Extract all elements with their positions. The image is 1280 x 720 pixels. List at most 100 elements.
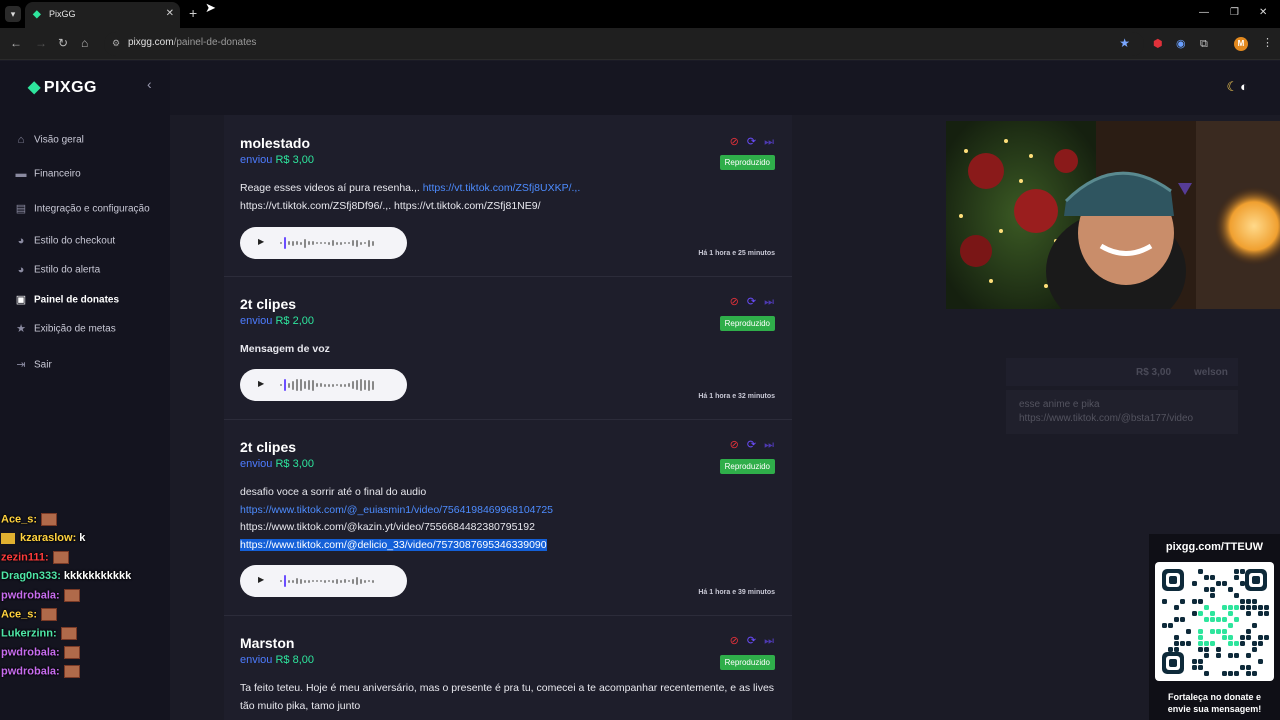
waveform[interactable] <box>280 377 396 393</box>
qr-module <box>1246 653 1251 658</box>
logo-mark-icon: ◆ <box>28 79 41 96</box>
waveform-bar <box>364 380 366 390</box>
chat-username: pwdrobala: <box>1 665 60 678</box>
donor-name: molestado <box>240 135 311 151</box>
qr-module <box>1252 599 1257 604</box>
app-topbar: ☾ ◐ <box>170 61 1280 115</box>
sidebar-item-financeiro[interactable]: ▬ Financeiro <box>14 167 81 185</box>
qr-module <box>1228 623 1233 628</box>
message-link[interactable]: https://www.tiktok.com/@_euiasmin1/video… <box>240 504 553 516</box>
qr-module <box>1198 635 1203 640</box>
pixgg-logo[interactable]: ◆ PIXGG <box>28 77 97 97</box>
replay-icon[interactable]: ⟳ <box>747 635 756 647</box>
site-info-icon[interactable]: ⚙ <box>112 38 120 49</box>
waveform-bar <box>344 579 346 583</box>
qr-module <box>1192 611 1197 616</box>
timestamp: Há 1 hora e 39 minutos <box>698 589 775 596</box>
waveform[interactable] <box>280 235 396 251</box>
audio-player[interactable]: ▶ <box>240 369 407 401</box>
block-icon[interactable]: ⊘ <box>730 136 739 148</box>
message-link-selected[interactable]: https://www.tiktok.com/@delicio_33/video… <box>240 538 547 551</box>
donor-name: Marston <box>240 635 295 651</box>
forward-icon[interactable]: → <box>35 37 47 49</box>
qr-module <box>1252 671 1257 676</box>
qr-module <box>1234 617 1239 622</box>
block-icon[interactable]: ⊘ <box>730 635 739 647</box>
qr-module <box>1264 605 1269 610</box>
extensions-puzzle-icon[interactable]: ⧉ <box>1200 38 1208 50</box>
menu-kebab-icon[interactable]: ⋮ <box>1262 37 1273 49</box>
waveform-bar <box>368 239 370 247</box>
qr-module <box>1204 653 1209 658</box>
sidebar: ◆ PIXGG ‹ <box>0 61 170 720</box>
home-icon[interactable]: ⌂ <box>81 37 88 49</box>
sidebar-item-visao-geral[interactable]: ⌂ Visão geral <box>14 133 84 151</box>
waveform-bar <box>312 379 314 391</box>
chat-message: zezin111: <box>1 551 69 564</box>
sidebar-item-label: Estilo do alerta <box>34 264 101 276</box>
browser-tab[interactable]: ◆ PixGG ✕ <box>25 2 180 28</box>
play-icon[interactable]: ▶ <box>258 575 264 584</box>
qr-code-image <box>1162 569 1269 676</box>
waveform[interactable] <box>280 573 396 589</box>
message-link[interactable]: https://vt.tiktok.com/ZSfj8UXKP/.,. <box>423 182 581 194</box>
extension-wave-icon[interactable]: ◉ <box>1176 38 1186 50</box>
waveform-bar <box>336 578 338 584</box>
waveform-bar <box>324 242 326 244</box>
minimize-icon[interactable]: — <box>1199 7 1209 18</box>
profile-avatar[interactable]: M <box>1234 37 1248 51</box>
back-icon[interactable]: ← <box>10 37 22 49</box>
faded-donation-message: esse anime e pika https://www.tiktok.com… <box>1006 390 1238 434</box>
qr-module <box>1168 623 1173 628</box>
replay-icon[interactable]: ⟳ <box>747 439 756 451</box>
tab-title: PixGG <box>49 9 76 19</box>
replay-icon[interactable]: ⟳ <box>747 136 756 148</box>
url-text: pixgg.com/painel-de-donates <box>128 37 257 48</box>
audio-player[interactable]: ▶ <box>240 227 407 259</box>
crown-badge-icon <box>1 532 15 544</box>
sidebar-item-estilo-alerta[interactable]: ◕ Estilo do alerta <box>14 263 100 281</box>
qr-module <box>1240 569 1245 574</box>
block-icon[interactable]: ⊘ <box>730 439 739 451</box>
sidebar-item-label: Sair <box>34 359 52 371</box>
collapse-sidebar-icon[interactable]: ‹ <box>147 76 152 92</box>
qr-module <box>1174 641 1179 646</box>
qr-module <box>1192 581 1197 586</box>
skip-icon[interactable]: ⏭ <box>764 439 774 451</box>
qr-module <box>1216 629 1221 634</box>
tab-close-icon[interactable]: ✕ <box>166 8 174 19</box>
waveform-bar <box>308 579 310 583</box>
waveform-bar <box>308 380 310 390</box>
skip-icon[interactable]: ⏭ <box>764 296 774 308</box>
audio-player[interactable]: ▶ <box>240 565 407 597</box>
sidebar-item-sair[interactable]: ⇥ Sair <box>14 358 52 376</box>
play-icon[interactable]: ▶ <box>258 237 264 246</box>
qr-module <box>1246 665 1251 670</box>
qr-module <box>1234 671 1239 676</box>
tab-search-icon[interactable]: ▾ <box>5 6 21 22</box>
sidebar-item-integracao[interactable]: ▤ Integração e configuração <box>14 202 150 220</box>
new-tab-icon[interactable]: + <box>189 6 197 20</box>
skip-icon[interactable]: ⏭ <box>764 635 774 647</box>
waveform-bar <box>348 242 350 244</box>
chat-message: pwdrobala: <box>1 646 80 659</box>
play-icon[interactable]: ▶ <box>258 379 264 388</box>
reload-icon[interactable]: ↻ <box>58 37 68 49</box>
restore-icon[interactable]: ❐ <box>1230 7 1239 18</box>
sidebar-item-estilo-checkout[interactable]: ◕ Estilo do checkout <box>14 234 116 252</box>
theme-toggle[interactable]: ☾ ◐ <box>1226 79 1248 95</box>
donation-card: molestado enviou R$ 3,00 ⊘ ⟳ ⏭ Reproduzido… <box>224 115 792 277</box>
close-window-icon[interactable]: ✕ <box>1259 7 1267 18</box>
qr-module <box>1204 671 1209 676</box>
donation-feed[interactable]: molestado enviou R$ 3,00 ⊘ ⟳ ⏭ Reproduzido… <box>224 115 792 720</box>
bookmark-star-icon[interactable]: ★ <box>1119 36 1130 50</box>
replay-icon[interactable]: ⟳ <box>747 296 756 308</box>
qr-module <box>1234 605 1239 610</box>
donor-name: 2t clipes <box>240 296 297 312</box>
sidebar-item-metas[interactable]: ★ Exibição de metas <box>14 322 116 340</box>
sidebar-item-painel-donates[interactable]: ▣ Painel de donates <box>14 293 119 311</box>
block-icon[interactable]: ⊘ <box>730 296 739 308</box>
address-bar[interactable]: ⚙ pixgg.com/painel-de-donates ★ <box>104 32 1144 56</box>
skip-icon[interactable]: ⏭ <box>764 136 774 148</box>
extension-red-icon[interactable]: ⬢ <box>1153 38 1163 50</box>
